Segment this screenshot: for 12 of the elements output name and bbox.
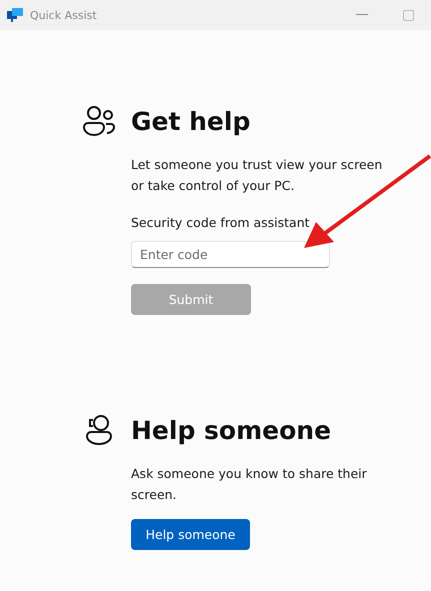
field-label: Security code from assistant <box>131 214 311 232</box>
monitors-icon <box>7 8 23 22</box>
help-someone-button[interactable]: Help someone <box>131 519 250 550</box>
window-title: Quick Assist <box>30 8 97 22</box>
maximize-icon[interactable] <box>402 10 414 20</box>
code-input-field[interactable]: Enter code <box>131 241 330 268</box>
section-description: Ask someone you know to share their screen. <box>131 465 368 504</box>
section-heading: Get help <box>131 106 250 136</box>
section-description: Let someone you trust view your screen or take control of your PC. <box>131 156 384 195</box>
minimize-icon[interactable] <box>356 14 368 16</box>
people-icon <box>82 105 116 137</box>
section-heading: Help someone <box>131 416 332 444</box>
